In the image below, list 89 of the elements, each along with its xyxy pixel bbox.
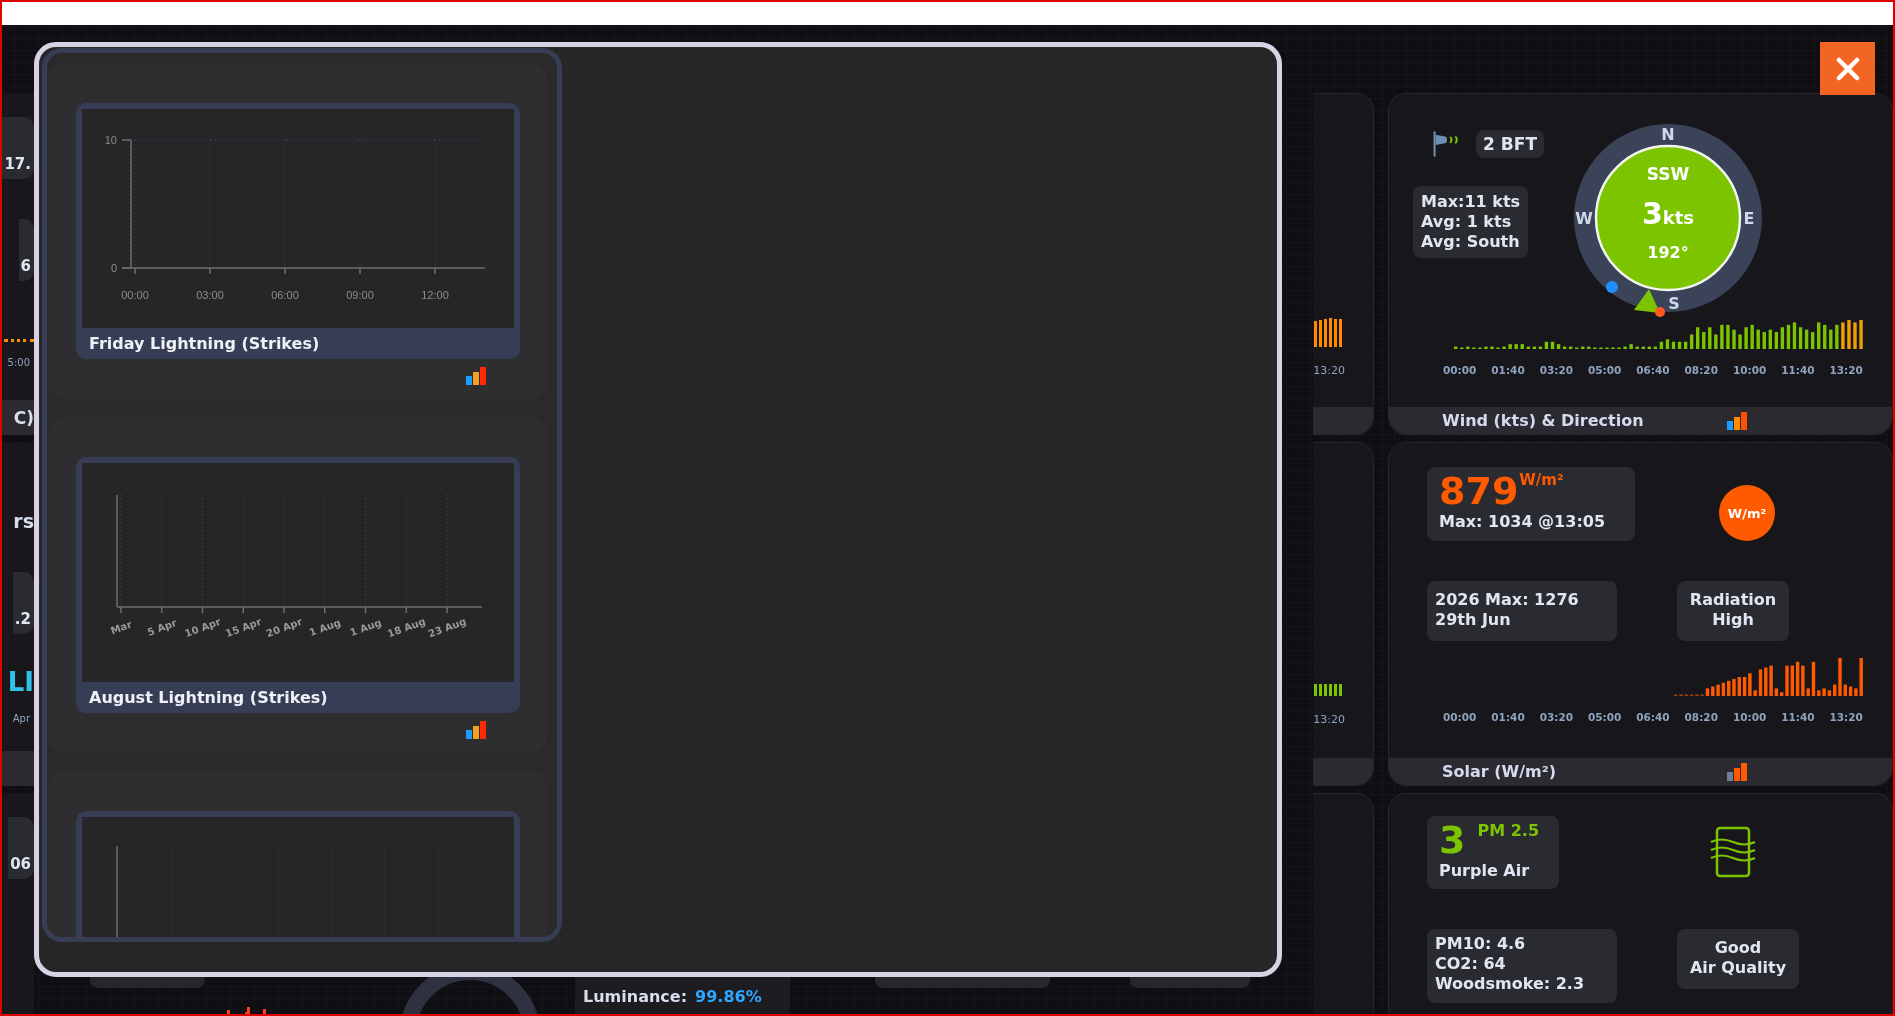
card-title: Wind (kts) & Direction: [1442, 411, 1645, 430]
axis-label: 05:00: [1587, 363, 1622, 377]
compass-point: E: [1743, 209, 1755, 228]
marker-dot: [1655, 307, 1665, 317]
unit-label: PM 2.5: [1477, 820, 1539, 842]
axis-label: 00:00: [1443, 710, 1477, 724]
unit-label: W/m²: [1519, 471, 1564, 489]
close-icon: [1835, 56, 1860, 81]
pm-value: 3: [1439, 820, 1466, 860]
stat-line: Max:11 kts: [1421, 192, 1521, 212]
max-reading: Max: 1034 @13:05: [1439, 511, 1607, 533]
reading-value: 99.86%: [695, 986, 762, 1008]
bar-chart-icon: [1727, 411, 1747, 430]
reading-line: Woodsmoke: 2.3: [1435, 974, 1586, 994]
source-label: Purple Air: [1439, 860, 1531, 882]
axis-label: 13:20: [1313, 364, 1346, 378]
marker-dot: [1606, 281, 1618, 293]
axis-label: 5 Apr: [145, 617, 179, 638]
bar-chart-icon: [1727, 762, 1747, 781]
solar-value: 879: [1439, 471, 1519, 511]
beaufort-label: 2 BFT: [1476, 130, 1544, 158]
axis-label: 09:00: [346, 289, 374, 301]
axis-label: 06:00: [271, 289, 299, 301]
reading: LI: [7, 666, 34, 698]
chart-title: Friday Lightning (Strikes): [88, 333, 321, 355]
card-heading: rs: [13, 510, 34, 532]
close-button[interactable]: [1820, 42, 1875, 95]
axis-label: 11:40: [1781, 710, 1815, 724]
card-title: C): [13, 407, 34, 428]
axis-label: 10 Apr: [183, 615, 223, 639]
axis-label: Mar: [109, 618, 134, 637]
axis-label: 23 Aug: [426, 615, 468, 640]
status-line: Air Quality: [1688, 958, 1788, 978]
axis-label: 1 Aug: [307, 616, 343, 639]
axis-label: 01:40: [1491, 363, 1525, 377]
reading-line: PM10: 4.6: [1435, 934, 1527, 954]
card-title: Solar (W/m²): [1442, 762, 1558, 781]
axis-label: 03:20: [1539, 363, 1574, 377]
record-line: 29th Jun: [1435, 610, 1512, 630]
value-panel: 17.: [2, 117, 34, 179]
axis-label: 20 Apr: [264, 615, 304, 639]
axis-label: 03:00: [196, 289, 224, 301]
value-panel: 06: [8, 817, 34, 879]
axis-label: 1 Aug: [348, 616, 383, 639]
axis-label: 18 Aug: [386, 615, 427, 640]
axis-label: 10:00: [1732, 710, 1767, 724]
unit-badge: W/m²: [1719, 485, 1775, 541]
bar-chart-icon: [466, 721, 486, 739]
status-line: Good: [1713, 938, 1763, 958]
axis-label: 10: [104, 134, 117, 146]
direction-pointer: [1634, 289, 1660, 313]
axis-label: 01:40: [1491, 710, 1525, 724]
compass-point: S: [1668, 294, 1680, 313]
axis-label: 06:40: [1636, 363, 1670, 377]
value-panel: .2: [12, 572, 34, 634]
axis-label: Apr: [12, 712, 31, 726]
compass-point: W: [1575, 209, 1593, 228]
axis-label: 15 Apr: [224, 615, 263, 639]
axis-label: 00:00: [121, 289, 149, 301]
axis-label: 11:40: [1781, 363, 1815, 377]
axis-label: 13:20: [1313, 713, 1346, 727]
stat-line: Avg: South: [1421, 232, 1521, 252]
record-line: 2026 Max: 1276: [1435, 590, 1580, 610]
axis-label: 08:20: [1684, 710, 1718, 724]
value-panel: 6: [18, 219, 34, 281]
axis-label: 05:00: [1587, 710, 1622, 724]
air-filter-icon: [1709, 826, 1757, 878]
axis-label: 13:20: [1829, 363, 1863, 377]
chart-title: August Lightning (Strikes): [88, 687, 329, 709]
reading-line: CO2: 64: [1435, 954, 1507, 974]
wind-direction: SSW: [1646, 164, 1690, 184]
axis-label: 13:20: [1829, 710, 1863, 724]
wind-speed: 3kts: [1641, 196, 1695, 231]
status-line: High: [1711, 610, 1755, 630]
axis-label: 12:00: [421, 289, 449, 301]
sparkline: [227, 1007, 266, 1014]
stat-line: Avg: 1 kts: [1421, 212, 1513, 232]
axis-label: 10:00: [1732, 363, 1767, 377]
axis-label: 06:40: [1636, 710, 1670, 724]
axis-label: 03:20: [1539, 710, 1574, 724]
axis-label: 0: [110, 262, 117, 274]
axis-label: 5:00: [7, 356, 31, 370]
bar-chart-icon: [466, 367, 486, 385]
axis-label: 08:20: [1684, 363, 1718, 377]
reading-label: Luminance:: [583, 986, 688, 1008]
compass-point: N: [1661, 125, 1675, 144]
status-line: Radiation: [1688, 590, 1778, 610]
wind-bearing: 192°: [1647, 243, 1689, 262]
axis-label: 00:00: [1443, 363, 1477, 377]
